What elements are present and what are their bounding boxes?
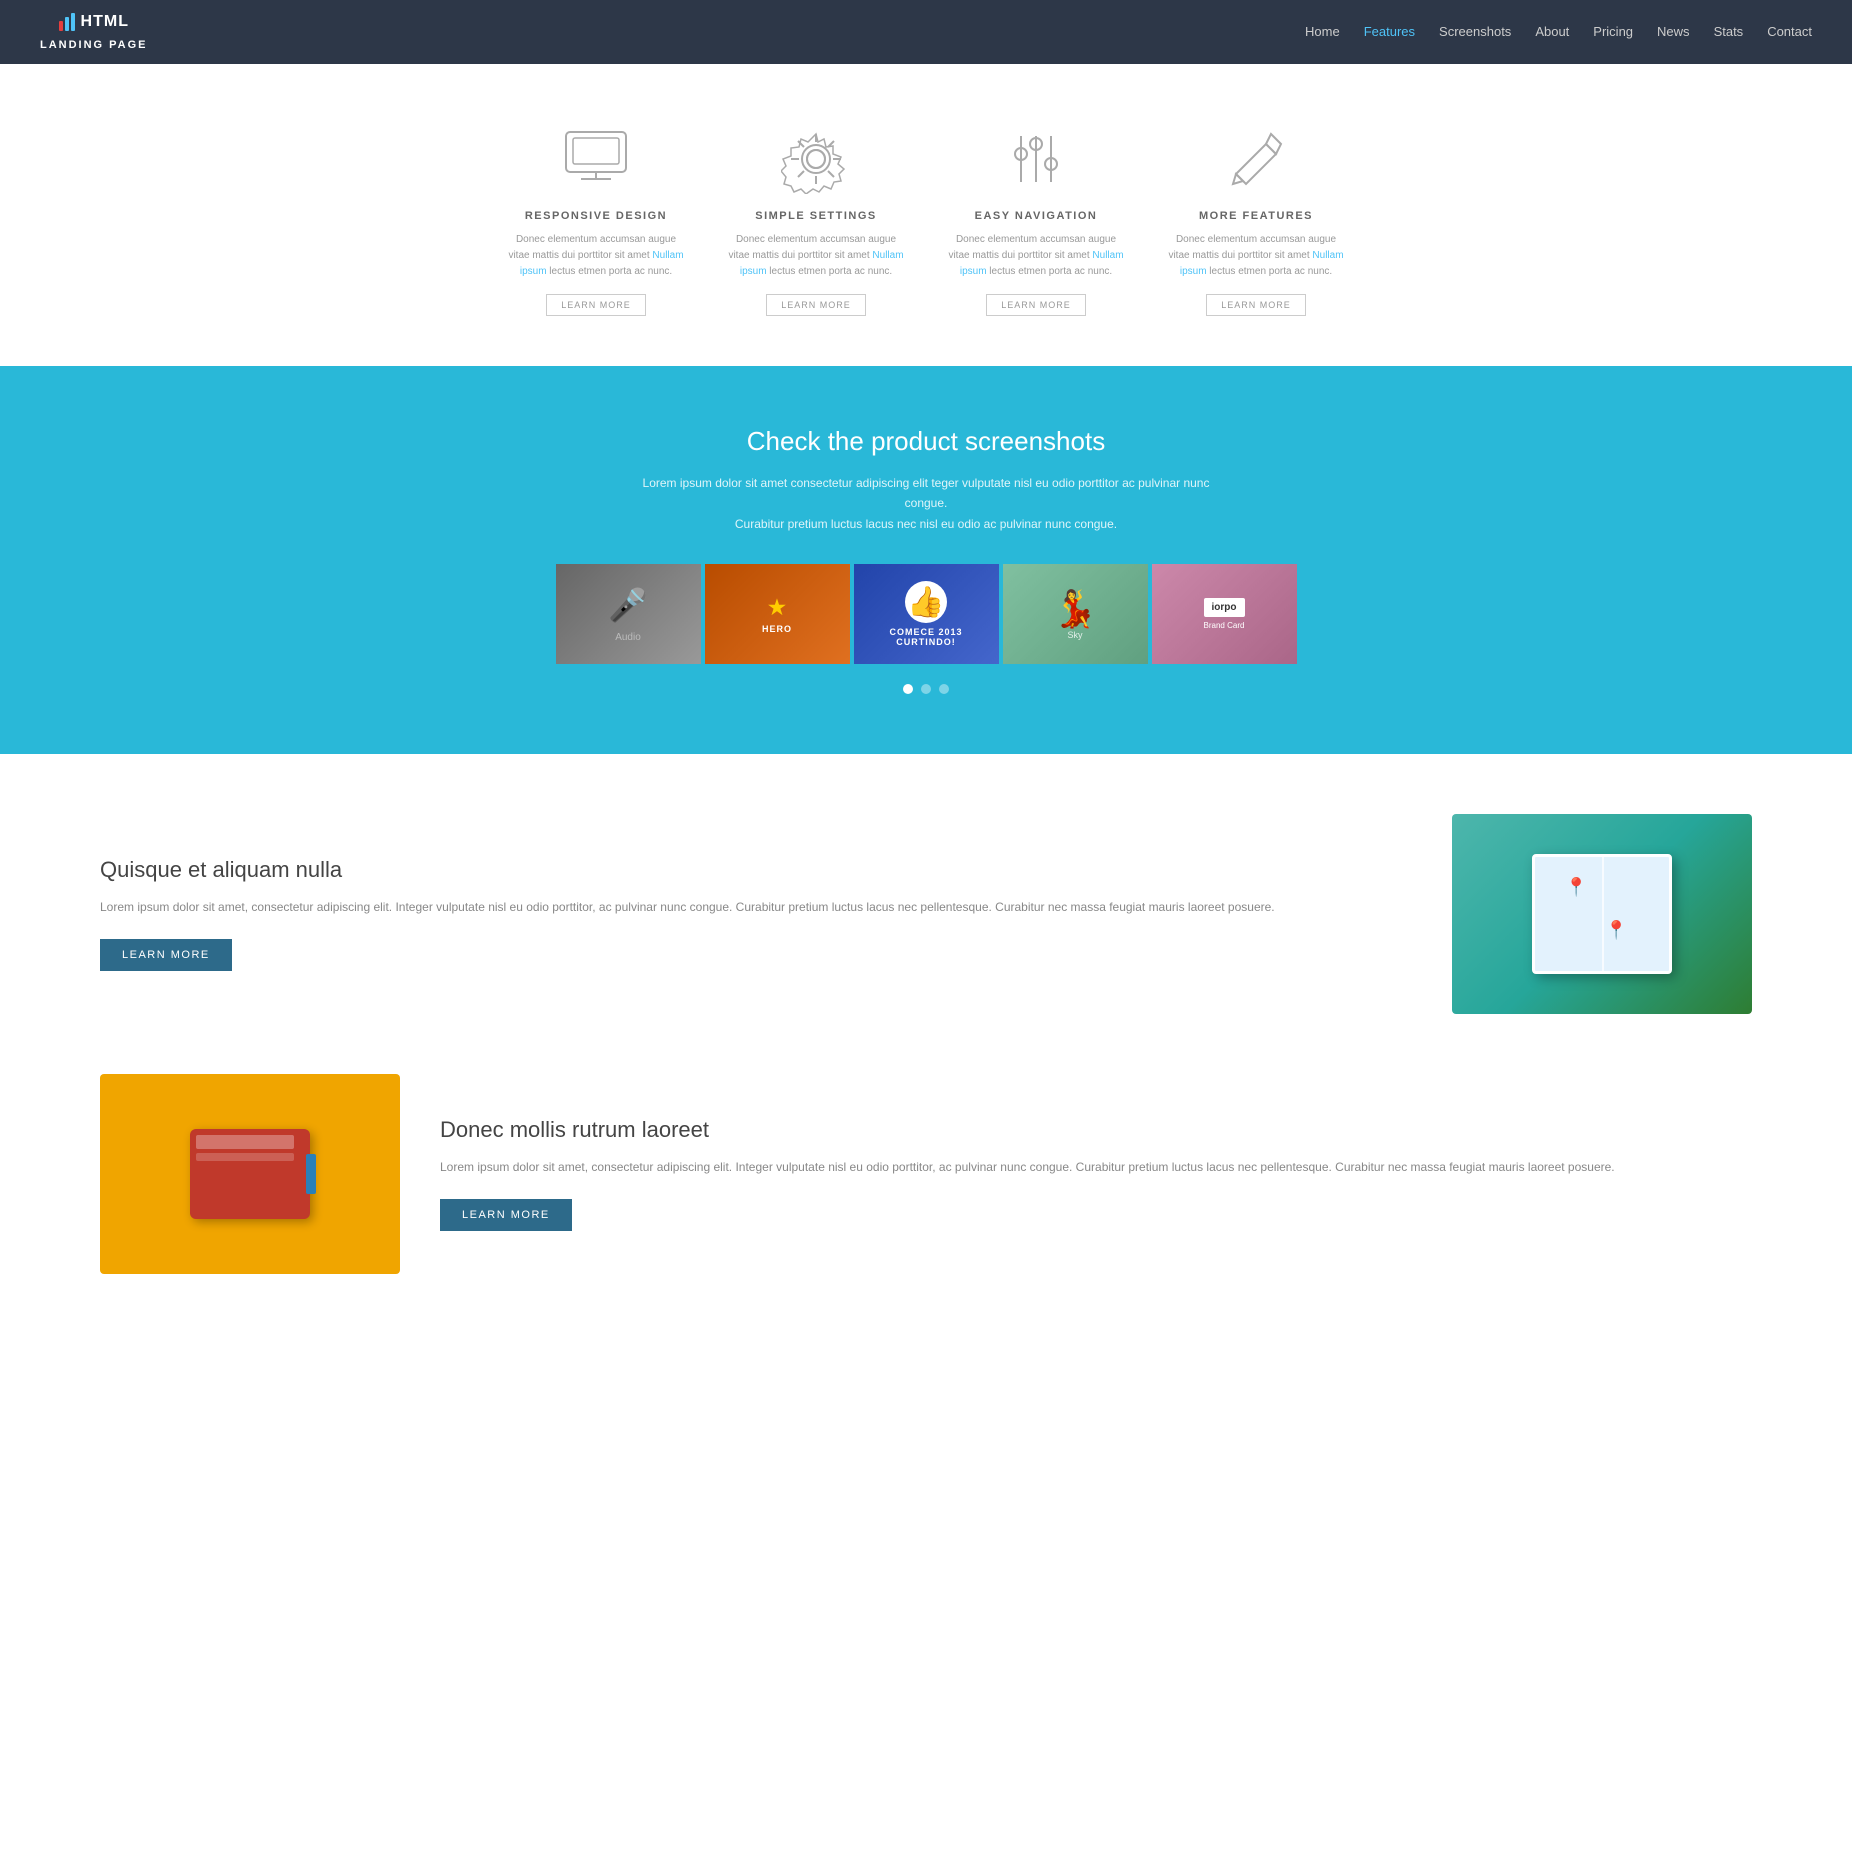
monitor-icon bbox=[561, 124, 631, 194]
feature-title-settings: SIMPLE SETTINGS bbox=[726, 210, 906, 222]
gallery-thumb-3[interactable]: 👍 COMECE 2013CURTINDO! bbox=[854, 564, 999, 664]
feature-block-wallet-desc: Lorem ipsum dolor sit amet, consectetur … bbox=[440, 1157, 1752, 1179]
wallet-body bbox=[190, 1129, 310, 1219]
gallery-thumb-5[interactable]: iorpo Brand Card bbox=[1152, 564, 1297, 664]
navbar: HTML LANDING PAGE Home Features Screensh… bbox=[0, 0, 1852, 64]
nav-link-pricing[interactable]: Pricing bbox=[1593, 24, 1633, 39]
nav-item-about[interactable]: About bbox=[1535, 23, 1569, 41]
screenshots-gallery: 🎤 Audio ★ HERO 👍 COMECE 2013CURTINDO! bbox=[40, 564, 1812, 664]
feature-block-map: Quisque et aliquam nulla Lorem ipsum dol… bbox=[100, 814, 1752, 1014]
feature-title-responsive: RESPONSIVE DESIGN bbox=[506, 210, 686, 222]
dot-2[interactable] bbox=[921, 684, 931, 694]
dot-3[interactable] bbox=[939, 684, 949, 694]
nav-item-news[interactable]: News bbox=[1657, 23, 1690, 41]
bar2 bbox=[65, 17, 69, 31]
learn-more-more-button[interactable]: LEARN MORE bbox=[1206, 294, 1306, 316]
nav-menu: Home Features Screenshots About Pricing … bbox=[1305, 23, 1812, 41]
pencil-icon bbox=[1221, 124, 1291, 194]
wallet-cards bbox=[196, 1135, 294, 1149]
learn-more-map-button[interactable]: LEARN MORE bbox=[100, 939, 232, 971]
thumb-2-content: ★ HERO bbox=[705, 564, 850, 664]
nav-item-contact[interactable]: Contact bbox=[1767, 23, 1812, 41]
nav-link-about[interactable]: About bbox=[1535, 24, 1569, 39]
nav-link-home[interactable]: Home bbox=[1305, 24, 1340, 39]
feature-desc-responsive: Donec elementum accumsan augue vitae mat… bbox=[506, 232, 686, 280]
map-pin-red: 📍 bbox=[1565, 877, 1587, 898]
features-grid: RESPONSIVE DESIGN Donec elementum accums… bbox=[476, 124, 1376, 316]
gallery-thumb-1[interactable]: 🎤 Audio bbox=[556, 564, 701, 664]
learn-more-settings-button[interactable]: LEARN MORE bbox=[766, 294, 866, 316]
map-pin-purple: 📍 bbox=[1605, 920, 1627, 941]
brand: HTML LANDING PAGE bbox=[40, 13, 148, 51]
feature-item-navigation: EASY NAVIGATION Donec elementum accumsan… bbox=[946, 124, 1126, 316]
bar1 bbox=[59, 21, 63, 31]
screenshots-desc: Lorem ipsum dolor sit amet consectetur a… bbox=[626, 473, 1226, 534]
feature-block-map-text: Quisque et aliquam nulla Lorem ipsum dol… bbox=[100, 857, 1412, 971]
map-image: 📍 📍 bbox=[1452, 814, 1752, 1014]
nav-link-contact[interactable]: Contact bbox=[1767, 24, 1812, 39]
feature-block-map-desc: Lorem ipsum dolor sit amet, consectetur … bbox=[100, 897, 1412, 919]
sliders-icon bbox=[1001, 124, 1071, 194]
nav-link-news[interactable]: News bbox=[1657, 24, 1690, 39]
feature-item-more: MORE FEATURES Donec elementum accumsan a… bbox=[1166, 124, 1346, 316]
gallery-thumb-2[interactable]: ★ HERO bbox=[705, 564, 850, 664]
carousel-dots bbox=[40, 684, 1812, 694]
bar3 bbox=[71, 13, 75, 31]
screenshots-section: Check the product screenshots Lorem ipsu… bbox=[0, 366, 1852, 754]
feature-desc-more: Donec elementum accumsan augue vitae mat… bbox=[1166, 232, 1346, 280]
feature-desc-navigation: Donec elementum accumsan augue vitae mat… bbox=[946, 232, 1126, 280]
thumb-3-content: 👍 COMECE 2013CURTINDO! bbox=[854, 564, 999, 664]
nav-item-stats[interactable]: Stats bbox=[1714, 23, 1744, 41]
feature-block-map-title: Quisque et aliquam nulla bbox=[100, 857, 1412, 883]
thumb-5-content: iorpo Brand Card bbox=[1152, 564, 1297, 664]
feature-blocks-section: Quisque et aliquam nulla Lorem ipsum dol… bbox=[0, 754, 1852, 1394]
feature-title-more: MORE FEATURES bbox=[1166, 210, 1346, 222]
feature-title-navigation: EASY NAVIGATION bbox=[946, 210, 1126, 222]
nav-link-stats[interactable]: Stats bbox=[1714, 24, 1744, 39]
thumb-1-content: 🎤 Audio bbox=[556, 564, 701, 664]
wallet-cards2 bbox=[196, 1153, 294, 1161]
wallet-image bbox=[100, 1074, 400, 1274]
wallet-illustration bbox=[100, 1074, 400, 1274]
nav-item-screenshots[interactable]: Screenshots bbox=[1439, 23, 1511, 41]
nav-item-pricing[interactable]: Pricing bbox=[1593, 23, 1633, 41]
map-fold: 📍 📍 bbox=[1532, 854, 1672, 974]
nav-link-screenshots[interactable]: Screenshots bbox=[1439, 24, 1511, 39]
screenshots-title: Check the product screenshots bbox=[40, 426, 1812, 457]
learn-more-responsive-button[interactable]: LEARN MORE bbox=[546, 294, 646, 316]
map-illustration: 📍 📍 bbox=[1452, 814, 1752, 1014]
feature-desc-settings: Donec elementum accumsan augue vitae mat… bbox=[726, 232, 906, 280]
gallery-thumb-4[interactable]: 💃 Sky bbox=[1003, 564, 1148, 664]
feature-block-wallet: Donec mollis rutrum laoreet Lorem ipsum … bbox=[100, 1074, 1752, 1274]
feature-item-responsive: RESPONSIVE DESIGN Donec elementum accums… bbox=[506, 124, 686, 316]
features-section: RESPONSIVE DESIGN Donec elementum accums… bbox=[0, 64, 1852, 366]
feature-block-wallet-text: Donec mollis rutrum laoreet Lorem ipsum … bbox=[440, 1117, 1752, 1231]
nav-item-features[interactable]: Features bbox=[1364, 23, 1415, 41]
dot-1[interactable] bbox=[903, 684, 913, 694]
wallet-strap bbox=[306, 1154, 316, 1194]
gear-icon bbox=[781, 124, 851, 194]
learn-more-navigation-button[interactable]: LEARN MORE bbox=[986, 294, 1086, 316]
learn-more-wallet-button[interactable]: LEARN MORE bbox=[440, 1199, 572, 1231]
brand-subtitle: LANDING PAGE bbox=[40, 39, 148, 51]
feature-item-settings: SIMPLE SETTINGS Donec elementum accumsan… bbox=[726, 124, 906, 316]
thumb-4-content: 💃 Sky bbox=[1003, 564, 1148, 664]
feature-block-wallet-title: Donec mollis rutrum laoreet bbox=[440, 1117, 1752, 1143]
like-icon: 👍 bbox=[905, 581, 947, 623]
nav-item-home[interactable]: Home bbox=[1305, 23, 1340, 41]
brand-logo-bars bbox=[59, 13, 75, 31]
nav-link-features[interactable]: Features bbox=[1364, 24, 1415, 39]
brand-name: HTML bbox=[81, 13, 129, 31]
